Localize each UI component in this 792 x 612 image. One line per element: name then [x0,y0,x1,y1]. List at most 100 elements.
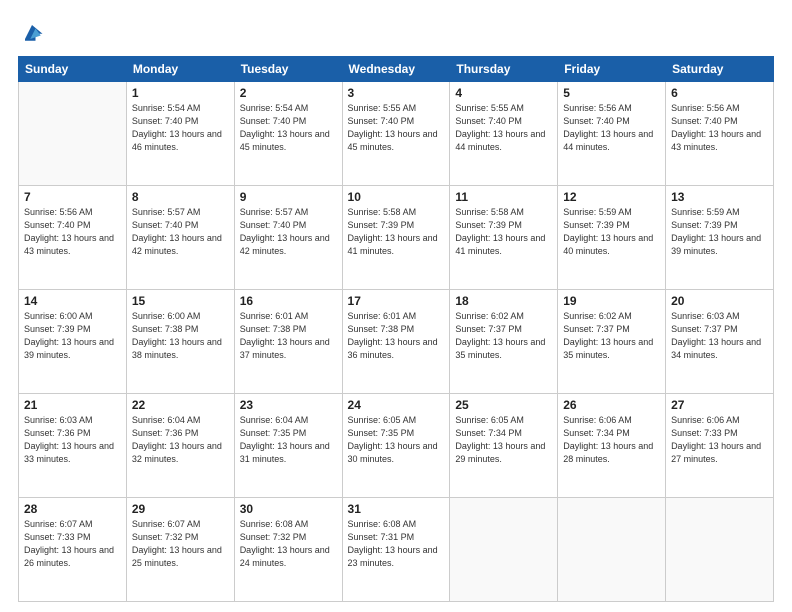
calendar-cell: 23 Sunrise: 6:04 AM Sunset: 7:35 PM Dayli… [234,394,342,498]
logo [18,18,50,46]
day-number: 30 [240,502,337,516]
calendar-cell: 18 Sunrise: 6:02 AM Sunset: 7:37 PM Dayli… [450,290,558,394]
calendar-week-1: 1 Sunrise: 5:54 AM Sunset: 7:40 PM Daylig… [19,82,774,186]
cell-info: Sunrise: 6:01 AM Sunset: 7:38 PM Dayligh… [240,310,337,362]
cell-info: Sunrise: 6:06 AM Sunset: 7:33 PM Dayligh… [671,414,768,466]
day-number: 18 [455,294,552,308]
day-number: 21 [24,398,121,412]
calendar-cell: 24 Sunrise: 6:05 AM Sunset: 7:35 PM Dayli… [342,394,450,498]
day-number: 27 [671,398,768,412]
calendar-cell: 6 Sunrise: 5:56 AM Sunset: 7:40 PM Daylig… [666,82,774,186]
day-header-sunday: Sunday [19,57,127,82]
day-number: 22 [132,398,229,412]
cell-info: Sunrise: 6:00 AM Sunset: 7:38 PM Dayligh… [132,310,229,362]
calendar-cell: 27 Sunrise: 6:06 AM Sunset: 7:33 PM Dayli… [666,394,774,498]
cell-info: Sunrise: 5:58 AM Sunset: 7:39 PM Dayligh… [348,206,445,258]
day-number: 6 [671,86,768,100]
calendar-cell: 14 Sunrise: 6:00 AM Sunset: 7:39 PM Dayli… [19,290,127,394]
cell-info: Sunrise: 6:07 AM Sunset: 7:32 PM Dayligh… [132,518,229,570]
calendar-cell: 31Sunrise: 6:08 AM Sunset: 7:31 PM Dayli… [342,498,450,602]
calendar-cell: 12 Sunrise: 5:59 AM Sunset: 7:39 PM Dayli… [558,186,666,290]
day-number: 5 [563,86,660,100]
cell-info: Sunrise: 5:59 AM Sunset: 7:39 PM Dayligh… [671,206,768,258]
cell-info: Sunrise: 6:05 AM Sunset: 7:35 PM Dayligh… [348,414,445,466]
cell-info: Sunrise: 5:55 AM Sunset: 7:40 PM Dayligh… [348,102,445,154]
cell-info: Sunrise: 5:56 AM Sunset: 7:40 PM Dayligh… [671,102,768,154]
day-number: 16 [240,294,337,308]
cell-info: Sunrise: 6:02 AM Sunset: 7:37 PM Dayligh… [563,310,660,362]
cell-info: Sunrise: 6:02 AM Sunset: 7:37 PM Dayligh… [455,310,552,362]
day-number: 25 [455,398,552,412]
calendar-cell [666,498,774,602]
page: SundayMondayTuesdayWednesdayThursdayFrid… [0,0,792,612]
calendar-cell: 21 Sunrise: 6:03 AM Sunset: 7:36 PM Dayli… [19,394,127,498]
calendar-cell: 3 Sunrise: 5:55 AM Sunset: 7:40 PM Daylig… [342,82,450,186]
day-number: 29 [132,502,229,516]
calendar-week-4: 21 Sunrise: 6:03 AM Sunset: 7:36 PM Dayli… [19,394,774,498]
day-number: 20 [671,294,768,308]
day-header-tuesday: Tuesday [234,57,342,82]
header [18,18,774,46]
day-header-saturday: Saturday [666,57,774,82]
calendar-cell: 25 Sunrise: 6:05 AM Sunset: 7:34 PM Dayli… [450,394,558,498]
cell-info: Sunrise: 5:55 AM Sunset: 7:40 PM Dayligh… [455,102,552,154]
cell-info: Sunrise: 6:03 AM Sunset: 7:36 PM Dayligh… [24,414,121,466]
calendar-cell: 17Sunrise: 6:01 AM Sunset: 7:38 PM Dayli… [342,290,450,394]
calendar-cell: 10Sunrise: 5:58 AM Sunset: 7:39 PM Dayli… [342,186,450,290]
logo-icon [18,18,46,46]
cell-info: Sunrise: 5:56 AM Sunset: 7:40 PM Dayligh… [24,206,121,258]
day-number: 3 [348,86,445,100]
cell-info: Sunrise: 6:04 AM Sunset: 7:36 PM Dayligh… [132,414,229,466]
calendar-cell: 5Sunrise: 5:56 AM Sunset: 7:40 PM Daylig… [558,82,666,186]
day-header-monday: Monday [126,57,234,82]
day-number: 9 [240,190,337,204]
calendar-cell: 15 Sunrise: 6:00 AM Sunset: 7:38 PM Dayli… [126,290,234,394]
cell-info: Sunrise: 5:54 AM Sunset: 7:40 PM Dayligh… [132,102,229,154]
day-number: 12 [563,190,660,204]
day-number: 19 [563,294,660,308]
cell-info: Sunrise: 6:01 AM Sunset: 7:38 PM Dayligh… [348,310,445,362]
calendar-header-row: SundayMondayTuesdayWednesdayThursdayFrid… [19,57,774,82]
cell-info: Sunrise: 6:06 AM Sunset: 7:34 PM Dayligh… [563,414,660,466]
calendar-week-3: 14 Sunrise: 6:00 AM Sunset: 7:39 PM Dayli… [19,290,774,394]
calendar-cell: 8Sunrise: 5:57 AM Sunset: 7:40 PM Daylig… [126,186,234,290]
cell-info: Sunrise: 6:04 AM Sunset: 7:35 PM Dayligh… [240,414,337,466]
calendar-cell [19,82,127,186]
cell-info: Sunrise: 5:57 AM Sunset: 7:40 PM Dayligh… [132,206,229,258]
day-number: 11 [455,190,552,204]
calendar-cell: 11 Sunrise: 5:58 AM Sunset: 7:39 PM Dayli… [450,186,558,290]
calendar-cell: 1 Sunrise: 5:54 AM Sunset: 7:40 PM Daylig… [126,82,234,186]
calendar-cell: 9 Sunrise: 5:57 AM Sunset: 7:40 PM Daylig… [234,186,342,290]
day-number: 1 [132,86,229,100]
calendar-cell: 30Sunrise: 6:08 AM Sunset: 7:32 PM Dayli… [234,498,342,602]
cell-info: Sunrise: 6:07 AM Sunset: 7:33 PM Dayligh… [24,518,121,570]
cell-info: Sunrise: 5:58 AM Sunset: 7:39 PM Dayligh… [455,206,552,258]
cell-info: Sunrise: 6:00 AM Sunset: 7:39 PM Dayligh… [24,310,121,362]
day-number: 4 [455,86,552,100]
cell-info: Sunrise: 5:57 AM Sunset: 7:40 PM Dayligh… [240,206,337,258]
calendar-cell: 2Sunrise: 5:54 AM Sunset: 7:40 PM Daylig… [234,82,342,186]
calendar-cell: 19 Sunrise: 6:02 AM Sunset: 7:37 PM Dayli… [558,290,666,394]
day-header-friday: Friday [558,57,666,82]
day-number: 24 [348,398,445,412]
day-number: 14 [24,294,121,308]
day-number: 26 [563,398,660,412]
calendar-cell: 7 Sunrise: 5:56 AM Sunset: 7:40 PM Daylig… [19,186,127,290]
day-number: 31 [348,502,445,516]
calendar-week-2: 7 Sunrise: 5:56 AM Sunset: 7:40 PM Daylig… [19,186,774,290]
cell-info: Sunrise: 6:05 AM Sunset: 7:34 PM Dayligh… [455,414,552,466]
day-number: 23 [240,398,337,412]
calendar-table: SundayMondayTuesdayWednesdayThursdayFrid… [18,56,774,602]
day-header-wednesday: Wednesday [342,57,450,82]
day-number: 2 [240,86,337,100]
calendar-cell: 20Sunrise: 6:03 AM Sunset: 7:37 PM Dayli… [666,290,774,394]
day-number: 7 [24,190,121,204]
day-number: 28 [24,502,121,516]
cell-info: Sunrise: 5:59 AM Sunset: 7:39 PM Dayligh… [563,206,660,258]
day-number: 15 [132,294,229,308]
day-header-thursday: Thursday [450,57,558,82]
calendar-week-5: 28 Sunrise: 6:07 AM Sunset: 7:33 PM Dayli… [19,498,774,602]
calendar-cell: 26 Sunrise: 6:06 AM Sunset: 7:34 PM Dayli… [558,394,666,498]
calendar-cell: 13Sunrise: 5:59 AM Sunset: 7:39 PM Dayli… [666,186,774,290]
calendar-cell [450,498,558,602]
